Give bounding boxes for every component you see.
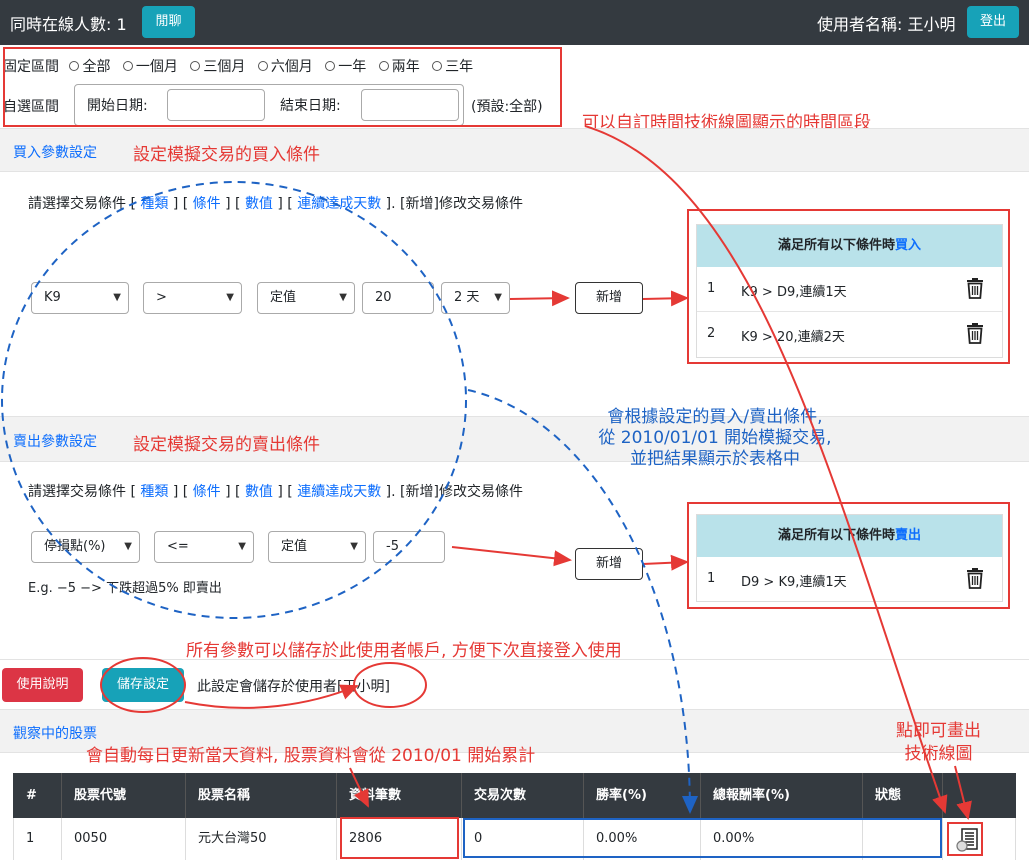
buy-kind-select[interactable]: K9 ▼ — [31, 282, 129, 314]
online-count: 同時在線人數: 1 — [10, 15, 127, 34]
chat-button[interactable]: 閒聊 — [142, 6, 195, 38]
annotation-auto-update: 會自動每日更新當天資料, 股票資料會從 2010/01 開始累計 — [86, 746, 536, 766]
col-header: 總報酬率(%) — [713, 788, 790, 803]
buy-instructions: 請選擇交易條件 [ 種類 ] [ 條件 ] [ 數值 ] [ 連續達成天數 ].… — [28, 196, 523, 212]
col-header: 股票代號 — [74, 788, 127, 803]
arrow-buy-add — [509, 290, 570, 307]
top-navbar: 同時在線人數: 1 閒聊 使用者名稱: 王小明 登出 — [0, 0, 1029, 45]
annotation-click-chart: 點即可畫出 技術線圖 — [896, 721, 981, 764]
sell-cond-select[interactable]: <= ▼ — [154, 531, 254, 563]
annotation-box-buy-panel — [687, 209, 1010, 364]
cell-code: 0050 — [74, 831, 108, 846]
instr-days-link[interactable]: 連續達成天數 — [297, 196, 381, 212]
help-button[interactable]: 使用說明 — [2, 668, 83, 702]
instr-days-link[interactable]: 連續達成天數 — [297, 484, 381, 500]
annotation-box-chart-icon — [947, 822, 983, 856]
annotation-buy: 設定模擬交易的買入條件 — [133, 145, 320, 165]
sell-kind-select[interactable]: 停損點(%) ▼ — [31, 531, 140, 563]
instr-value-link[interactable]: 數值 — [245, 484, 273, 500]
chevron-down-icon: ▼ — [350, 541, 358, 552]
sell-instructions: 請選擇交易條件 [ 種類 ] [ 條件 ] [ 數值 ] [ 連續達成天數 ].… — [28, 484, 523, 500]
buy-days-select[interactable]: 2 天 ▼ — [441, 282, 510, 314]
col-header: 股票名稱 — [198, 788, 251, 803]
watch-section-title[interactable]: 觀察中的股票 — [13, 723, 97, 743]
instr-value-link[interactable]: 數值 — [245, 196, 273, 212]
watch-table-header: # 股票代號 股票名稱 資料筆數 交易次數 勝率(%) 總報酬率(%) 狀態 — [13, 773, 1016, 818]
instr-kind-link[interactable]: 種類 — [140, 484, 168, 500]
col-header: 資料筆數 — [349, 788, 402, 803]
instr-cond-link[interactable]: 條件 — [193, 484, 221, 500]
annotation-box-range — [3, 47, 562, 127]
chevron-down-icon: ▼ — [339, 292, 347, 303]
chevron-down-icon: ▼ — [494, 292, 502, 303]
save-note-user: [王小明] — [337, 679, 390, 695]
buy-value-input[interactable]: 20 — [362, 282, 434, 314]
buy-add-button[interactable]: 新增 — [575, 282, 643, 314]
arrow-buy-panel — [642, 290, 689, 307]
chevron-down-icon: ▼ — [226, 292, 234, 303]
sell-value-type-select[interactable]: 定值 ▼ — [268, 531, 366, 563]
cell-index: 1 — [26, 831, 35, 846]
annotation-simulate: 會根據設定的買入/賣出條件, 從 2010/01/01 開始模擬交易, 並把結果… — [598, 407, 832, 469]
save-settings-button[interactable]: 儲存設定 — [102, 668, 184, 702]
chevron-down-icon: ▼ — [113, 292, 121, 303]
buy-value-type-select[interactable]: 定值 ▼ — [257, 282, 355, 314]
annotation-sell: 設定模擬交易的賣出條件 — [133, 435, 320, 455]
instr-cond-link[interactable]: 條件 — [193, 196, 221, 212]
col-header: # — [26, 788, 37, 803]
logout-button[interactable]: 登出 — [967, 6, 1019, 38]
sell-section-title[interactable]: 賣出參數設定 — [13, 431, 97, 451]
buy-section-title[interactable]: 買入參數設定 — [13, 142, 97, 162]
col-header: 勝率(%) — [596, 788, 647, 803]
sell-example: E.g. −5 −> 下跌超過5% 即賣出 — [28, 581, 222, 596]
annotation-box-sell-panel — [687, 502, 1010, 609]
arrow-sell-add — [451, 546, 572, 567]
instr-kind-link[interactable]: 種類 — [140, 196, 168, 212]
save-note: 此設定會儲存於使用者[王小明] — [197, 679, 390, 695]
annotation-save: 所有參數可以儲存於此使用者帳戶, 方便下次直接登入使用 — [186, 641, 622, 661]
sell-add-button[interactable]: 新增 — [575, 548, 643, 580]
arrow-sell-panel — [642, 554, 689, 571]
chevron-down-icon: ▼ — [124, 541, 132, 552]
cell-name: 元大台灣50 — [198, 831, 267, 846]
divider — [0, 659, 1029, 660]
col-header: 交易次數 — [474, 788, 527, 803]
annotation-box-results — [463, 818, 942, 858]
col-header: 狀態 — [875, 788, 902, 803]
annotation-box-count — [340, 817, 459, 859]
buy-cond-select[interactable]: > ▼ — [143, 282, 242, 314]
chevron-down-icon: ▼ — [238, 541, 246, 552]
sell-value-input[interactable]: -5 — [373, 531, 445, 563]
username-label: 使用者名稱: 王小明 — [817, 15, 956, 34]
